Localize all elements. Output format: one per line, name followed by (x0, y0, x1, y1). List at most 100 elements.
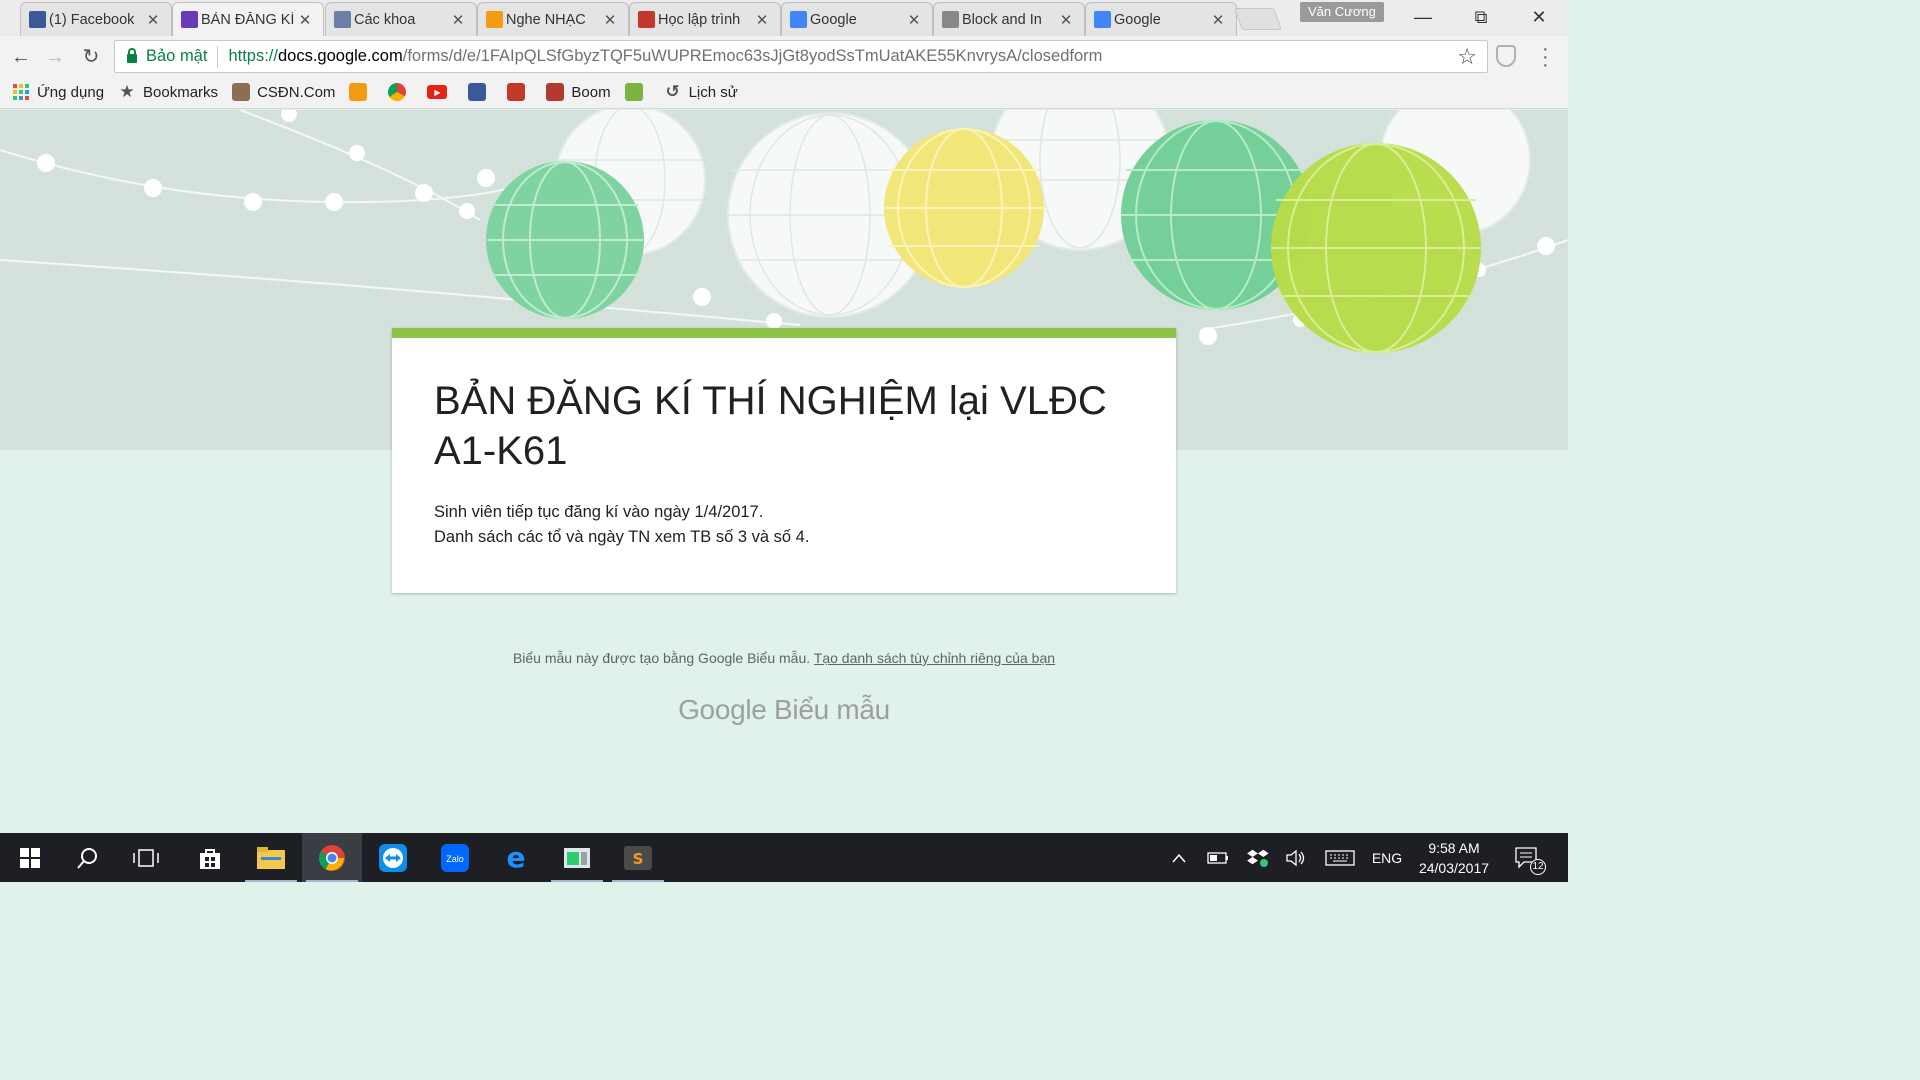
search-button[interactable] (58, 833, 118, 882)
new-tab-button[interactable] (1233, 8, 1283, 30)
tab-title: Các khoa (354, 11, 416, 28)
close-tab-icon[interactable]: ✕ (1210, 11, 1226, 29)
taskbar-teamviewer[interactable] (363, 833, 423, 882)
taskbar-edge[interactable]: e (486, 833, 546, 882)
bookmark-star-icon[interactable]: ☆ (1457, 44, 1477, 70)
security-label: Bảo mật (146, 47, 208, 65)
bookmark-item[interactable] (624, 83, 650, 101)
reload-button[interactable]: ↻ (78, 44, 104, 70)
battery-tray[interactable] (1204, 833, 1232, 882)
svg-text:e: e (507, 845, 526, 871)
bookmark-item[interactable] (349, 83, 374, 101)
google-forms-icon (181, 11, 198, 28)
close-tab-icon[interactable]: ✕ (602, 11, 618, 29)
url-scheme: https:// (228, 47, 278, 65)
show-hidden-icons[interactable] (1166, 833, 1192, 882)
bookmark-item[interactable] (468, 83, 493, 101)
v-icon (624, 83, 643, 101)
volume-tray[interactable] (1282, 833, 1310, 882)
browser-tab[interactable]: BẢN ĐĂNG KÍ ✕ (172, 2, 324, 36)
bookmark-item[interactable] (507, 83, 532, 101)
store-icon (200, 848, 220, 869)
url-path: /forms/d/e/1FAIpQLSfGbyzTQF5uWUPREmoc63s… (402, 47, 1103, 65)
bookmark-item[interactable]: CSĐN.Com (232, 83, 335, 101)
document-icon (942, 11, 959, 28)
google-icon (1094, 11, 1111, 28)
address-bar[interactable]: Bảo mật https://docs.google.com/forms/d/… (114, 40, 1488, 73)
chrome-webstore-icon (388, 83, 407, 101)
bookmarks-bar: Ứng dụng ★ Bookmarks CSĐN.Com ▶ Boom ↺ Lịch sử (0, 76, 1568, 109)
bookmark-item[interactable]: ★ Bookmarks (118, 82, 219, 101)
url-host: docs.google.com (277, 47, 403, 65)
facebook-icon (468, 83, 487, 101)
taskbar-app[interactable] (547, 833, 607, 882)
browser-tab[interactable]: (1) Facebook ✕ (20, 2, 172, 36)
close-window-button[interactable]: ✕ (1524, 4, 1554, 30)
close-tab-icon[interactable]: ✕ (297, 11, 313, 29)
taskbar-store[interactable] (180, 833, 240, 882)
task-view-icon (133, 848, 159, 867)
taskbar-sublime[interactable]: S (608, 833, 668, 882)
window-app-icon (564, 847, 590, 868)
touch-keyboard-tray[interactable] (1322, 833, 1358, 882)
language-indicator[interactable]: ENG (1366, 833, 1408, 882)
create-form-link[interactable]: Tạo danh sách tùy chỉnh riêng của bạn (814, 650, 1055, 666)
task-view-button[interactable] (116, 833, 176, 882)
taskbar-chrome[interactable] (302, 833, 362, 882)
bookmark-item[interactable]: Ứng dụng (12, 83, 104, 101)
action-center-button[interactable]: 12 (1508, 833, 1548, 882)
dropbox-icon (1247, 849, 1269, 867)
forward-button[interactable]: → (42, 44, 68, 70)
browser-menu-icon[interactable]: · · · (1542, 39, 1549, 75)
nhac-icon (349, 83, 368, 101)
footer-text: Biểu mẫu này được tạo bằng Google Biểu m… (0, 650, 1568, 666)
browser-tab[interactable]: Nghe NHẠC ✕ (477, 2, 629, 36)
bookmark-label: Lịch sử (688, 83, 738, 101)
browser-tab[interactable]: Học lập trình ✕ (629, 2, 781, 36)
google-icon (790, 11, 807, 28)
minimize-button[interactable]: — (1408, 4, 1438, 30)
bookmark-item[interactable]: Boom (546, 83, 611, 101)
clock[interactable]: 9:58 AM 24/03/2017 (1408, 838, 1500, 878)
chevron-up-icon (1172, 853, 1186, 862)
form-title: BẢN ĐĂNG KÍ THÍ NGHIỆM lại VLĐC A1-K61 (434, 379, 1107, 473)
browser-tab[interactable]: Block and In ✕ (933, 2, 1085, 36)
close-tab-icon[interactable]: ✕ (754, 11, 770, 29)
browser-tab[interactable]: Google ✕ (1085, 2, 1237, 36)
bookmark-item[interactable] (388, 83, 413, 101)
lock-icon (127, 48, 137, 63)
brand-product: Biểu mẫu (774, 694, 890, 725)
start-button[interactable] (0, 833, 60, 882)
battery-icon (1207, 851, 1228, 864)
back-button[interactable]: ← (8, 44, 34, 70)
bookmark-item[interactable]: ▶ (427, 85, 454, 99)
keyboard-icon (1325, 849, 1355, 866)
apps-grid-icon (12, 83, 30, 101)
browser-tab[interactable]: Google ✕ (781, 2, 933, 36)
browser-toolbar: ← → ↻ Bảo mật https://docs.google.com/fo… (0, 36, 1568, 76)
close-tab-icon[interactable]: ✕ (145, 11, 161, 29)
close-tab-icon[interactable]: ✕ (1058, 11, 1074, 29)
browser-tab[interactable]: Các khoa ✕ (325, 2, 477, 36)
teamviewer-icon (379, 843, 407, 872)
bookmark-label: Bookmarks (143, 83, 219, 101)
restore-button[interactable]: ⧉ (1466, 4, 1496, 30)
nhac-icon (486, 11, 503, 28)
google-forms-logo[interactable]: Google Biểu mẫu (0, 694, 1568, 726)
taskbar-zalo[interactable]: Zalo (425, 833, 485, 882)
shield-extension-icon[interactable] (1496, 45, 1516, 67)
taskbar-file-explorer[interactable] (241, 833, 301, 882)
browser-tabstrip: (1) Facebook ✕ BẢN ĐĂNG KÍ ✕ Các khoa ✕ Nghe N… (0, 0, 1568, 36)
zalo-icon: Zalo (441, 843, 469, 872)
star-icon: ★ (119, 82, 135, 101)
clock-date: 24/03/2017 (1418, 860, 1490, 876)
close-tab-icon[interactable]: ✕ (450, 11, 466, 29)
history-icon: ↺ (665, 82, 680, 101)
tab-title: Nghe NHẠC (506, 11, 586, 28)
close-tab-icon[interactable]: ✕ (906, 11, 922, 29)
bookmark-item[interactable]: ↺ Lịch sử (664, 82, 738, 101)
dropbox-tray[interactable] (1244, 833, 1272, 882)
page-content: BẢN ĐĂNG KÍ THÍ NGHIỆM lại VLĐC A1-K61 S… (0, 110, 1568, 833)
profile-button[interactable]: Văn Cương (1300, 2, 1384, 22)
tab-title: Học lập trình (658, 11, 741, 28)
